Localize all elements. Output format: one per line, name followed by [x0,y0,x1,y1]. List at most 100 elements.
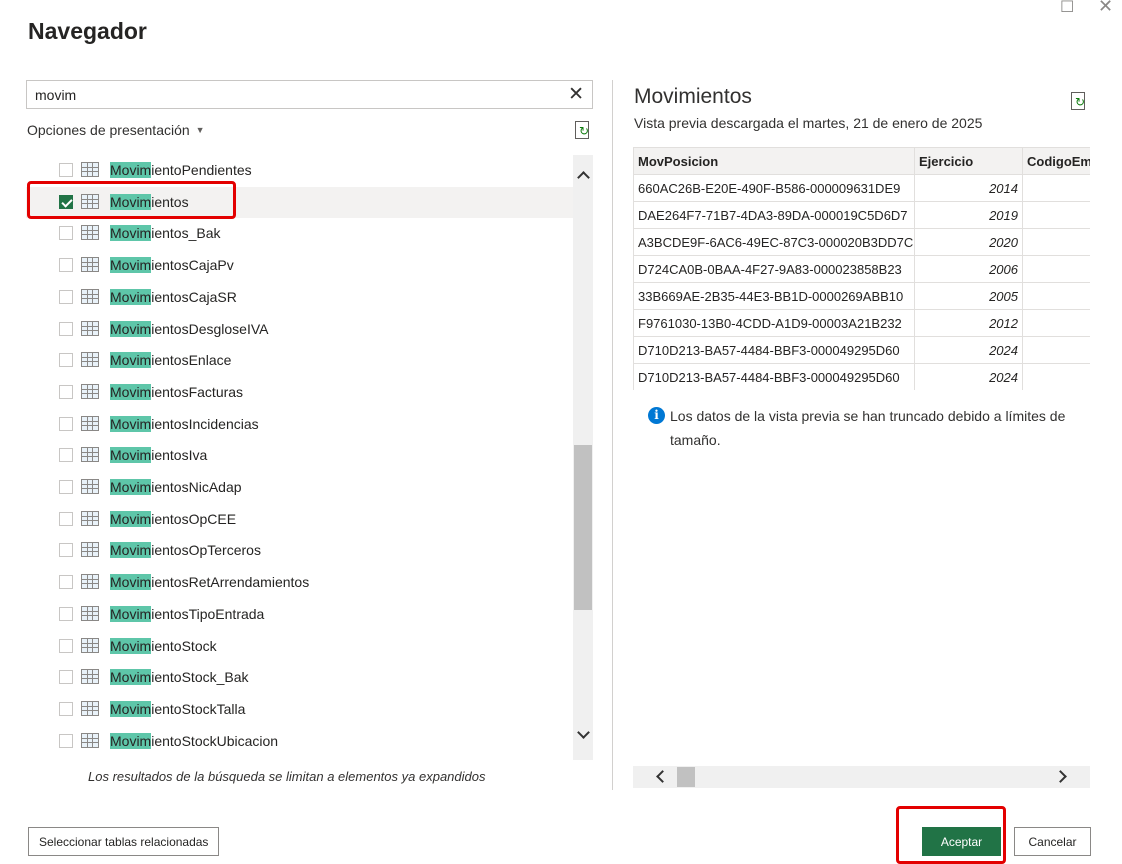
scroll-left-icon[interactable] [656,770,669,783]
column-header[interactable]: Ejercicio [914,147,1023,175]
list-item[interactable]: MovimientosEnlace [26,345,573,376]
item-checkbox[interactable] [59,701,73,716]
table-row: D724CA0B-0BAA-4F27-9A83-000023858B23 2006 [633,255,1090,283]
item-checkbox[interactable] [59,163,73,177]
list-item[interactable]: Movimientos [26,186,573,218]
list-item[interactable]: MovimientosFacturas [26,377,573,408]
search-note: Los resultados de la búsqueda se limitan… [88,769,486,784]
list-item-label: MovimientosIva [110,447,207,464]
refresh-icon[interactable] [575,121,589,139]
table-cell: 2019 [914,201,1023,229]
table-icon [81,510,99,526]
list-item-label: MovimientoStock_Bak [110,669,249,686]
refresh-preview-icon[interactable] [1071,92,1085,110]
search-input[interactable]: movim [35,87,76,103]
item-checkbox[interactable] [59,289,73,304]
search-match-highlight: Movim [110,542,152,559]
scroll-right-icon[interactable] [1054,770,1067,783]
close-window-icon[interactable]: ✕ [1098,0,1113,16]
scrollbar-thumb[interactable] [677,767,695,787]
list-item[interactable]: Movimientos_Bak [26,218,573,249]
item-checkbox[interactable] [59,258,73,273]
item-checkbox[interactable] [59,448,73,463]
list-item[interactable]: MovimientosDesgloseIVA [26,314,573,345]
accept-button[interactable]: Aceptar [922,827,1001,856]
list-item-label-rest: ientosOpTerceros [151,542,261,559]
list-item-label-rest: ientosEnlace [151,352,232,369]
column-header[interactable]: MovPosicion [633,147,915,175]
item-checkbox[interactable] [59,670,73,685]
table-icon [81,669,99,685]
scroll-down-icon[interactable] [573,725,593,747]
item-checkbox[interactable] [59,480,73,494]
search-match-highlight: Movim [110,193,152,210]
item-checkbox[interactable] [59,353,73,368]
item-checkbox[interactable] [59,511,73,526]
display-options-label: Opciones de presentación [27,122,190,138]
scroll-up-icon[interactable] [573,167,593,189]
list-item[interactable]: MovimientosIva [26,440,573,471]
search-match-highlight: Movim [110,162,152,178]
list-item[interactable]: MovimientosCajaPv [26,250,573,281]
list-item[interactable]: MovimientoStockTalla [26,694,573,725]
item-checkbox[interactable] [59,575,73,590]
search-match-highlight: Movim [110,288,152,305]
preview-horizontal-scrollbar[interactable] [633,766,1090,788]
truncation-info-text: Los datos de la vista previa se han trun… [670,408,1066,448]
list-item-label-rest: ientosOpCEE [151,510,237,527]
table-icon [81,605,99,621]
item-checkbox[interactable] [59,321,73,336]
list-item-label: MovimientosDesgloseIVA [110,320,268,337]
close-icon[interactable]: ✕ [568,83,584,105]
table-icon [81,320,99,336]
list-item[interactable]: MovimientosCajaSR [26,282,573,313]
item-checkbox[interactable] [59,638,73,653]
list-item[interactable]: MovimientoStockUbicacion [26,726,573,757]
list-item-label: MovimientosEnlace [110,352,232,369]
list-item-label-rest: ientoStockTalla [151,700,246,717]
select-related-tables-button[interactable]: Seleccionar tablas relacionadas [28,827,220,856]
list-item[interactable]: MovimientosIncidencias [26,409,573,440]
cancel-button[interactable]: Cancelar [1014,827,1091,856]
list-item[interactable]: MovimientoStock_Bak [26,662,573,693]
display-options-dropdown[interactable]: Opciones de presentación ▼ [27,122,205,138]
item-checkbox[interactable] [59,194,73,209]
list-item-label: MovimientosFacturas [110,383,243,400]
list-item[interactable]: MovimientosRetArrendamientos [26,567,573,598]
list-item[interactable]: MovimientosNicAdap [26,472,573,503]
table-cell: D710D213-BA57-4484-BBF3-000049295D60 [633,336,915,364]
scrollbar-thumb[interactable] [574,445,592,610]
table-cell: 33B669AE-2B35-44E3-BB1D-0000269ABB10 [633,282,915,310]
table-row: D710D213-BA57-4484-BBF3-000049295D60 2024 [633,336,1090,364]
list-vertical-scrollbar[interactable] [573,155,593,760]
list-item-label-rest: ientosCajaSR [151,288,237,305]
search-match-highlight: Movim [110,320,152,337]
list-item[interactable]: MovimientosOpCEE [26,504,573,535]
column-header[interactable]: CodigoEmpresa [1022,147,1090,175]
search-match-highlight: Movim [110,510,152,527]
item-checkbox[interactable] [59,543,73,558]
table-icon [81,479,99,494]
maximize-icon[interactable]: ☐ [1060,0,1074,15]
list-item[interactable]: MovimientosOpTerceros [26,535,573,566]
search-box[interactable]: movim ✕ [26,80,593,109]
table-icon [81,257,99,273]
table-icon [81,637,99,653]
item-checkbox[interactable] [59,226,73,241]
table-cell: D710D213-BA57-4484-BBF3-000049295D60 [633,363,915,390]
list-item-label-rest: ientosNicAdap [151,479,242,495]
item-checkbox[interactable] [59,384,73,399]
list-item-label-rest: ientoStock [151,637,217,654]
table-icon [81,193,99,209]
list-item-label: MovimientoStockUbicacion [110,732,278,749]
table-cell: 2014 [914,174,1023,202]
list-item[interactable]: MovimientoPendientes [26,155,573,186]
list-item-label-rest: ientoStock_Bak [151,669,249,686]
item-checkbox[interactable] [59,416,73,431]
item-checkbox[interactable] [59,606,73,621]
list-item-label: MovimientosOpTerceros [110,542,261,559]
table-cell [1022,282,1090,310]
item-checkbox[interactable] [59,733,73,748]
list-item[interactable]: MovimientoStock [26,631,573,662]
list-item[interactable]: MovimientosTipoEntrada [26,599,573,630]
